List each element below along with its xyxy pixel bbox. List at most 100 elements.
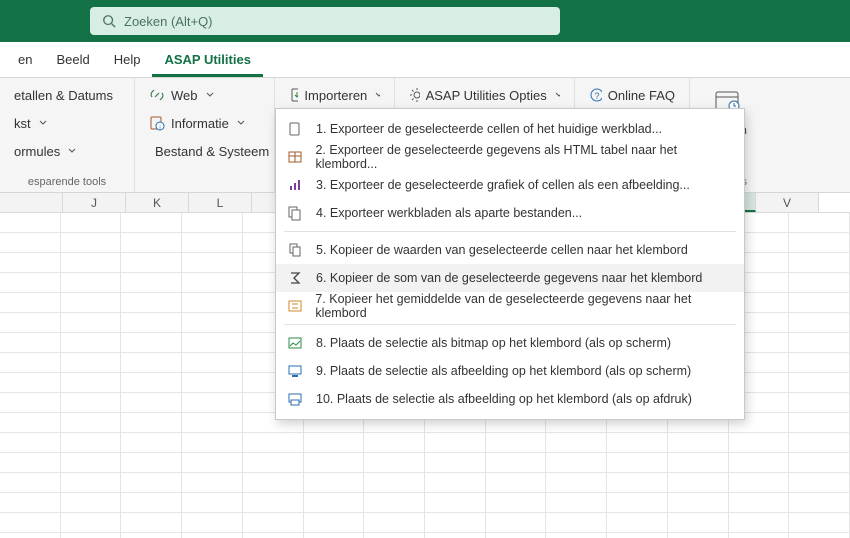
export-sheets-files[interactable]: 4. Exporteer werkbladen als aparte besta…	[276, 199, 744, 227]
cell[interactable]	[0, 413, 61, 433]
cell[interactable]	[789, 353, 850, 373]
numbers-dates-button[interactable]: etallen & Datums	[10, 84, 124, 106]
text-button[interactable]: kst	[10, 112, 124, 134]
column-header[interactable]	[0, 193, 63, 212]
cell[interactable]	[789, 213, 850, 233]
cell[interactable]	[304, 513, 365, 533]
formulas-button[interactable]: ormules	[10, 140, 124, 162]
cell[interactable]	[789, 493, 850, 513]
image-clipboard-print[interactable]: 10. Plaats de selectie als afbeelding op…	[276, 385, 744, 413]
cell[interactable]	[364, 533, 425, 538]
cell[interactable]	[121, 353, 182, 373]
cell[interactable]	[0, 373, 61, 393]
cell[interactable]	[121, 473, 182, 493]
info-button[interactable]: i Informatie	[145, 112, 264, 134]
cell[interactable]	[668, 493, 729, 513]
cell[interactable]	[182, 313, 243, 333]
cell[interactable]	[668, 533, 729, 538]
cell[interactable]	[182, 293, 243, 313]
column-header[interactable]: L	[189, 193, 252, 212]
cell[interactable]	[364, 493, 425, 513]
cell[interactable]	[182, 213, 243, 233]
tab-beeld[interactable]: Beeld	[44, 44, 101, 77]
online-faq-button[interactable]: ? Online FAQ	[585, 84, 679, 106]
cell[interactable]	[61, 213, 122, 233]
cell[interactable]	[61, 433, 122, 453]
cell[interactable]	[0, 433, 61, 453]
cell[interactable]	[789, 473, 850, 493]
cell[interactable]	[182, 433, 243, 453]
cell[interactable]	[121, 253, 182, 273]
cell[interactable]	[121, 233, 182, 253]
cell[interactable]	[607, 513, 668, 533]
cell[interactable]	[607, 493, 668, 513]
cell[interactable]	[486, 453, 547, 473]
cell[interactable]	[668, 513, 729, 533]
cell[interactable]	[61, 293, 122, 313]
cell[interactable]	[121, 413, 182, 433]
cell[interactable]	[789, 413, 850, 433]
cell[interactable]	[304, 493, 365, 513]
cell[interactable]	[789, 393, 850, 413]
cell[interactable]	[364, 453, 425, 473]
cell[interactable]	[364, 433, 425, 453]
cell[interactable]	[546, 513, 607, 533]
cell[interactable]	[61, 533, 122, 538]
cell[interactable]	[0, 393, 61, 413]
bitmap-clipboard-screen[interactable]: 8. Plaats de selectie als bitmap op het …	[276, 329, 744, 357]
cell[interactable]	[0, 493, 61, 513]
cell[interactable]	[789, 453, 850, 473]
cell[interactable]	[0, 293, 61, 313]
cell[interactable]	[182, 533, 243, 538]
cell[interactable]	[486, 513, 547, 533]
cell[interactable]	[121, 273, 182, 293]
tab-asap-utilities[interactable]: ASAP Utilities	[152, 44, 262, 77]
cell[interactable]	[61, 253, 122, 273]
cell[interactable]	[789, 373, 850, 393]
import-button[interactable]: Importeren	[285, 84, 384, 106]
web-button[interactable]: Web	[145, 84, 264, 106]
cell[interactable]	[789, 233, 850, 253]
cell[interactable]	[789, 533, 850, 538]
cell[interactable]	[243, 513, 304, 533]
cell[interactable]	[243, 453, 304, 473]
cell[interactable]	[61, 393, 122, 413]
cell[interactable]	[182, 493, 243, 513]
cell[interactable]	[61, 333, 122, 353]
cell[interactable]	[546, 433, 607, 453]
asap-options-button[interactable]: ASAP Utilities Opties	[405, 84, 564, 106]
cell[interactable]	[243, 433, 304, 453]
tab-partial-1[interactable]: en	[6, 44, 44, 77]
cell[interactable]	[486, 473, 547, 493]
cell[interactable]	[0, 353, 61, 373]
cell[interactable]	[729, 533, 790, 538]
cell[interactable]	[789, 333, 850, 353]
cell[interactable]	[121, 433, 182, 453]
cell[interactable]	[182, 453, 243, 473]
cell[interactable]	[789, 433, 850, 453]
cell[interactable]	[121, 333, 182, 353]
cell[interactable]	[182, 233, 243, 253]
copy-average-clipboard[interactable]: 7. Kopieer het gemiddelde van de geselec…	[276, 292, 744, 320]
cell[interactable]	[61, 513, 122, 533]
file-system-button[interactable]: Bestand & Systeem	[145, 140, 264, 162]
search-box[interactable]: Zoeken (Alt+Q)	[90, 7, 560, 35]
cell[interactable]	[607, 473, 668, 493]
cell[interactable]	[61, 453, 122, 473]
cell[interactable]	[61, 473, 122, 493]
cell[interactable]	[182, 473, 243, 493]
cell[interactable]	[0, 233, 61, 253]
cell[interactable]	[182, 333, 243, 353]
cell[interactable]	[364, 513, 425, 533]
cell[interactable]	[729, 453, 790, 473]
cell[interactable]	[61, 313, 122, 333]
cell[interactable]	[789, 513, 850, 533]
cell[interactable]	[243, 533, 304, 538]
cell[interactable]	[425, 473, 486, 493]
export-html-table[interactable]: 2. Exporteer de geselecteerde gegevens a…	[276, 143, 744, 171]
cell[interactable]	[182, 413, 243, 433]
cell[interactable]	[0, 333, 61, 353]
cell[interactable]	[304, 433, 365, 453]
cell[interactable]	[668, 433, 729, 453]
cell[interactable]	[546, 493, 607, 513]
